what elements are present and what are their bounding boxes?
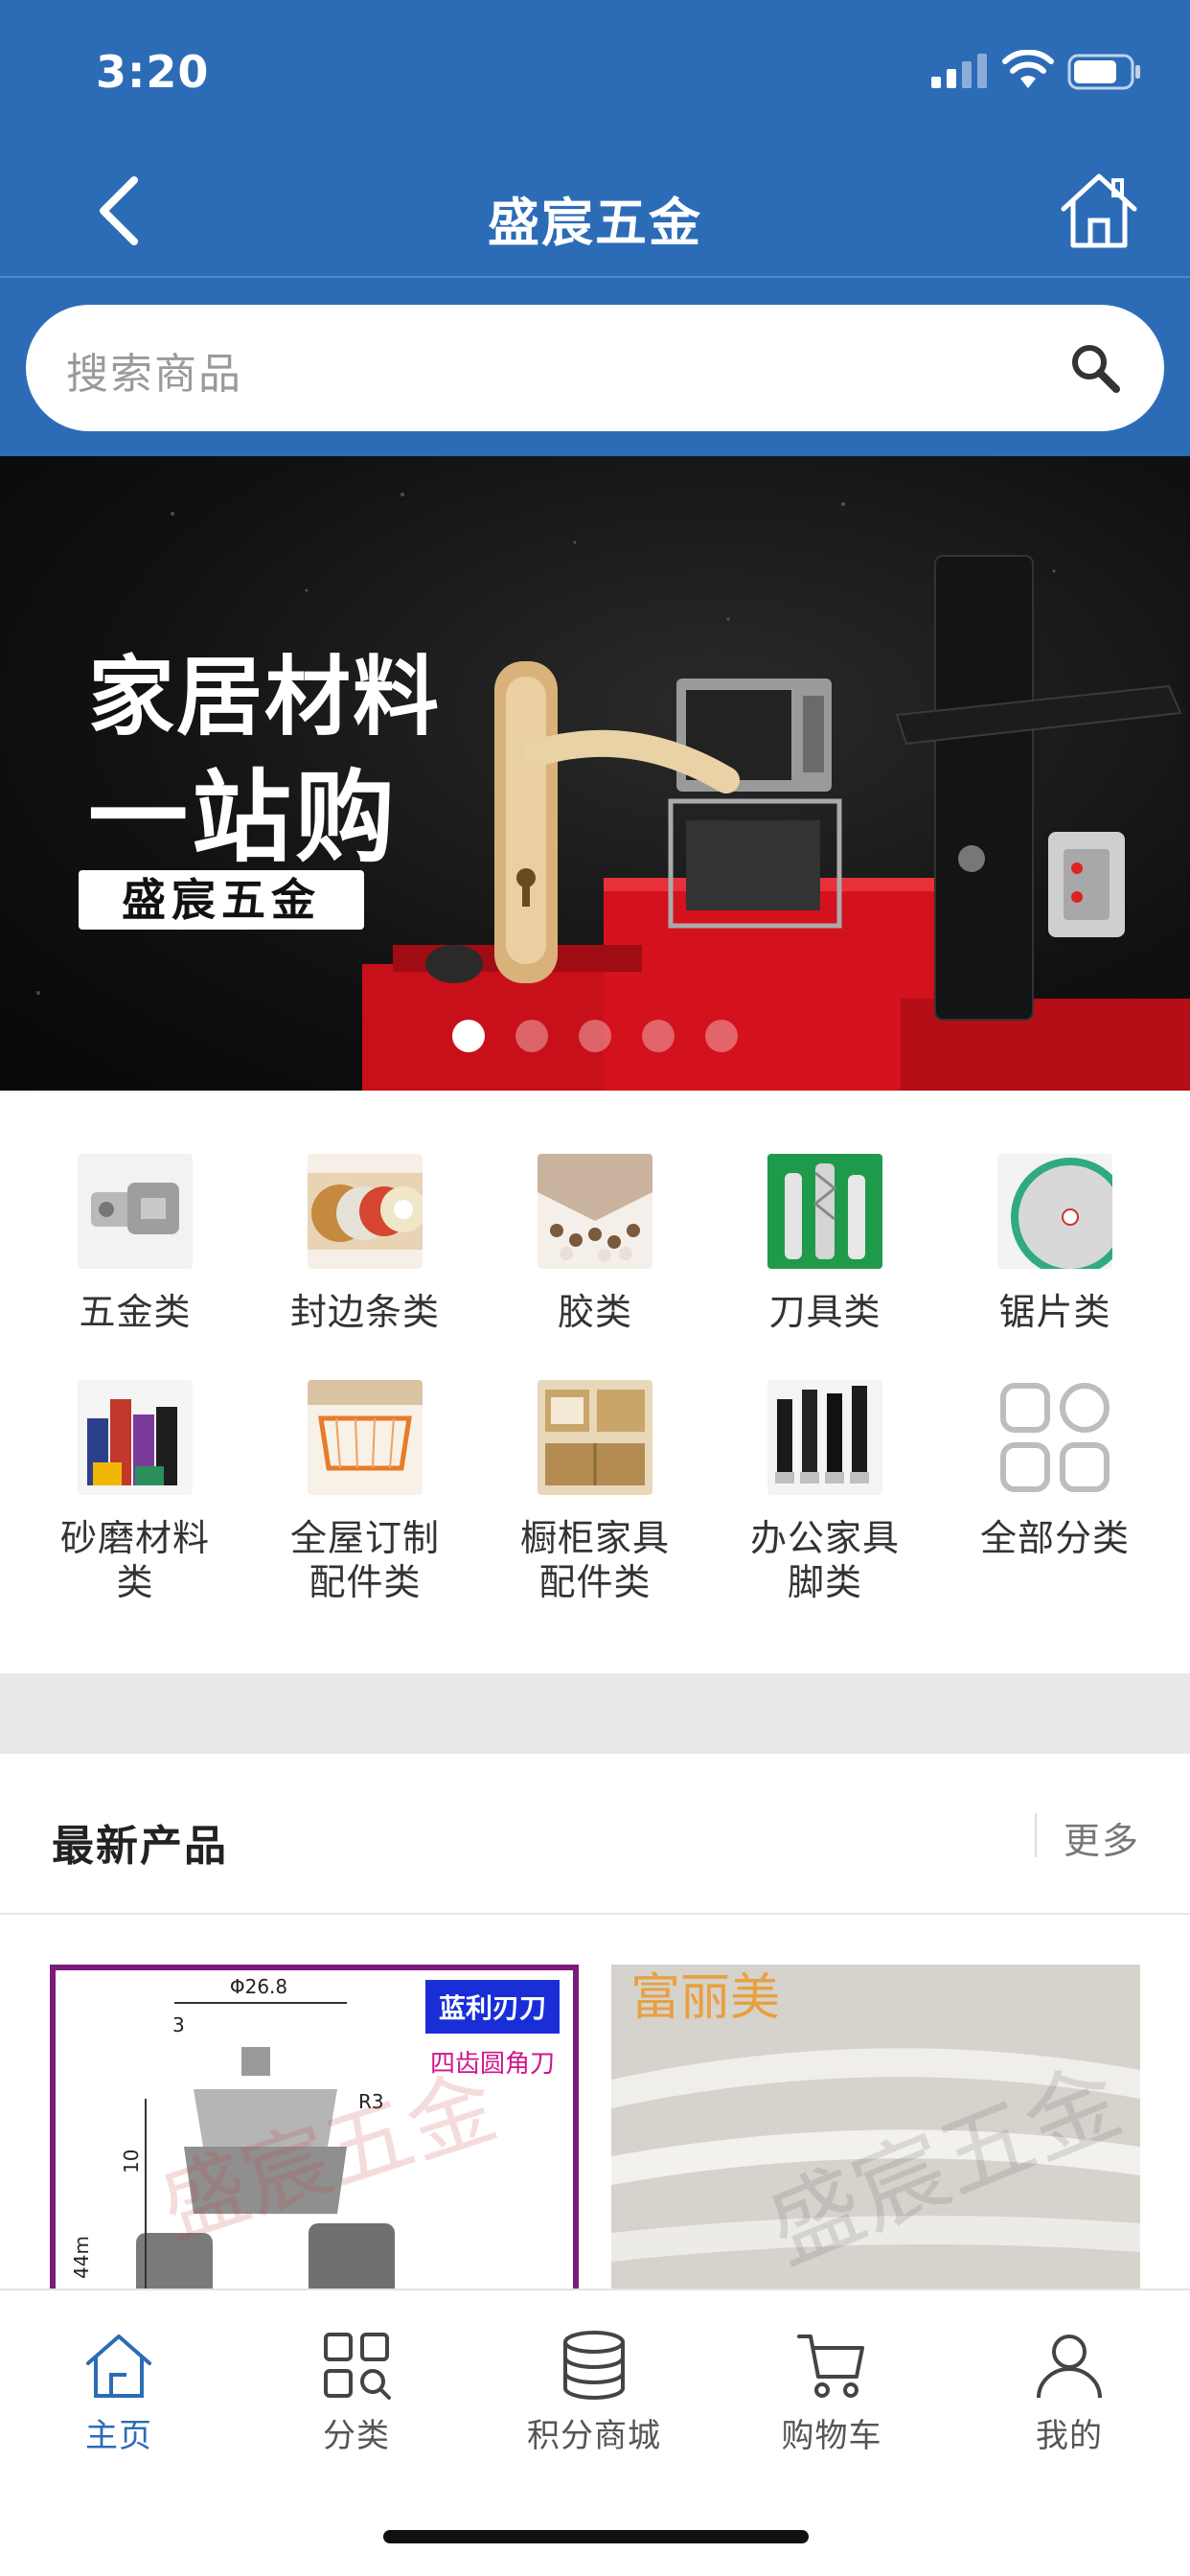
category-office-legs[interactable]: 办公家具 脚类 [710,1380,940,1604]
product-image: 蓝利刃刀 四齿圆角刀 Φ26.8 R3 3 10 44m 盛宸五金 [50,1965,579,2290]
product-image: 富丽美 盛宸五金 [611,1965,1140,2290]
carousel-dot[interactable] [705,1020,738,1052]
app-header: 3:20 盛宸五金 搜索商品 [0,0,1190,456]
category-saw-blades[interactable]: 锯片类 [940,1154,1170,1334]
category-glue[interactable]: 胶类 [480,1154,710,1334]
category-label: 全部分类 [979,1517,1130,1559]
tab-points-mall[interactable]: 积分商城 [475,2329,713,2456]
home-icon[interactable] [1058,169,1140,251]
cart-icon [797,2334,864,2398]
banner-subheadline: 一站购 [88,759,400,876]
search-input[interactable]: 搜索商品 [26,305,1164,431]
cutter-thumbnail [767,1154,882,1269]
carousel-dot[interactable] [642,1020,675,1052]
tab-label: 我的 [1036,2417,1103,2455]
category-label: 刀具类 [768,1291,881,1333]
furniture-leg-thumbnail [767,1380,882,1495]
category-whole-house[interactable]: 全屋订制 配件类 [250,1380,480,1604]
svg-text:蓝利刃刀: 蓝利刃刀 [439,1992,546,2024]
glue-thumbnail [538,1154,652,1269]
tab-cart[interactable]: 购物车 [713,2329,950,2456]
carousel-dot[interactable] [452,1020,485,1052]
nav-divider [0,276,1190,278]
promo-banner[interactable]: 家居材料 一站购 盛宸五金 [0,456,1190,1091]
product-list: 蓝利刃刀 四齿圆角刀 Φ26.8 R3 3 10 44m 盛宸五金 富丽美 盛宸… [0,1915,1190,2290]
abrasive-thumbnail [78,1380,193,1495]
search-icon[interactable] [1068,341,1122,395]
category-all[interactable]: 全部分类 [940,1380,1170,1560]
banner-headline: 家居材料 [88,647,441,748]
category-label: 锯片类 [998,1291,1111,1333]
signal-icon [931,54,987,88]
status-time: 3:20 [96,46,210,98]
home-icon [86,2334,151,2398]
category-cutters[interactable]: 刀具类 [710,1154,940,1334]
category-abrasives[interactable]: 砂磨材料类 [20,1380,250,1604]
tab-label: 分类 [323,2417,390,2455]
home-indicator[interactable] [383,2530,809,2543]
category-cabinet[interactable]: 橱柜家具 配件类 [480,1380,710,1604]
grid-icon [997,1380,1112,1495]
battery-icon [1067,54,1140,90]
basket-thumbnail [308,1380,423,1495]
user-icon [1037,2334,1102,2399]
svg-text:44m: 44m [70,2236,93,2279]
svg-text:富丽美: 富丽美 [630,1969,780,2027]
svg-text:10: 10 [120,2150,143,2174]
category-label: 五金类 [79,1291,192,1333]
category-edge-band[interactable]: 封边条类 [250,1154,480,1334]
category-label: 砂磨材料类 [59,1517,210,1603]
carousel-dot[interactable] [515,1020,548,1052]
category-grid: 五金类 封边条类 胶类 刀具类 锯片类 砂磨材料类 全屋订制 配件类 橱柜家具 … [0,1091,1190,1673]
carousel-dot[interactable] [579,1020,611,1052]
wifi-icon [1002,50,1054,88]
tab-me[interactable]: 我的 [950,2329,1188,2456]
status-bar: 3:20 [0,0,1190,144]
category-label: 胶类 [557,1291,632,1333]
tab-label: 购物车 [781,2417,882,2455]
tab-home[interactable]: 主页 [0,2329,238,2456]
category-label: 封边条类 [289,1291,440,1333]
tab-category[interactable]: 分类 [238,2329,475,2456]
cabinet-thumbnail [538,1380,652,1495]
header-divider [1035,1813,1037,1857]
coins-icon [563,2331,625,2400]
category-label: 全屋订制 配件类 [289,1517,440,1603]
product-card[interactable]: 蓝利刃刀 四齿圆角刀 Φ26.8 R3 3 10 44m 盛宸五金 [50,1965,579,2290]
saw-blade-thumbnail [997,1154,1112,1269]
search-placeholder: 搜索商品 [66,350,242,399]
latest-products-header: 最新产品 更多 [0,1754,1190,1915]
product-card[interactable]: 富丽美 盛宸五金 [611,1965,1140,2290]
tab-label: 积分商城 [527,2417,661,2455]
section-title: 最新产品 [52,1822,228,1871]
tab-label: 主页 [85,2417,152,2455]
category-icon [324,2333,391,2400]
category-label: 橱柜家具 配件类 [519,1517,670,1603]
svg-text:3: 3 [172,2013,185,2036]
page-title: 盛宸五金 [488,193,702,253]
edge-band-thumbnail [308,1154,423,1269]
category-label: 办公家具 脚类 [749,1517,900,1603]
section-separator [0,1673,1190,1754]
nav-bar: 盛宸五金 [0,144,1190,278]
more-link[interactable]: 更多 [1064,1811,1140,1864]
hinge-thumbnail [78,1154,193,1269]
category-hardware[interactable]: 五金类 [20,1154,250,1334]
svg-text:Φ26.8: Φ26.8 [230,1975,287,1998]
banner-brand-tag: 盛宸五金 [79,870,364,930]
